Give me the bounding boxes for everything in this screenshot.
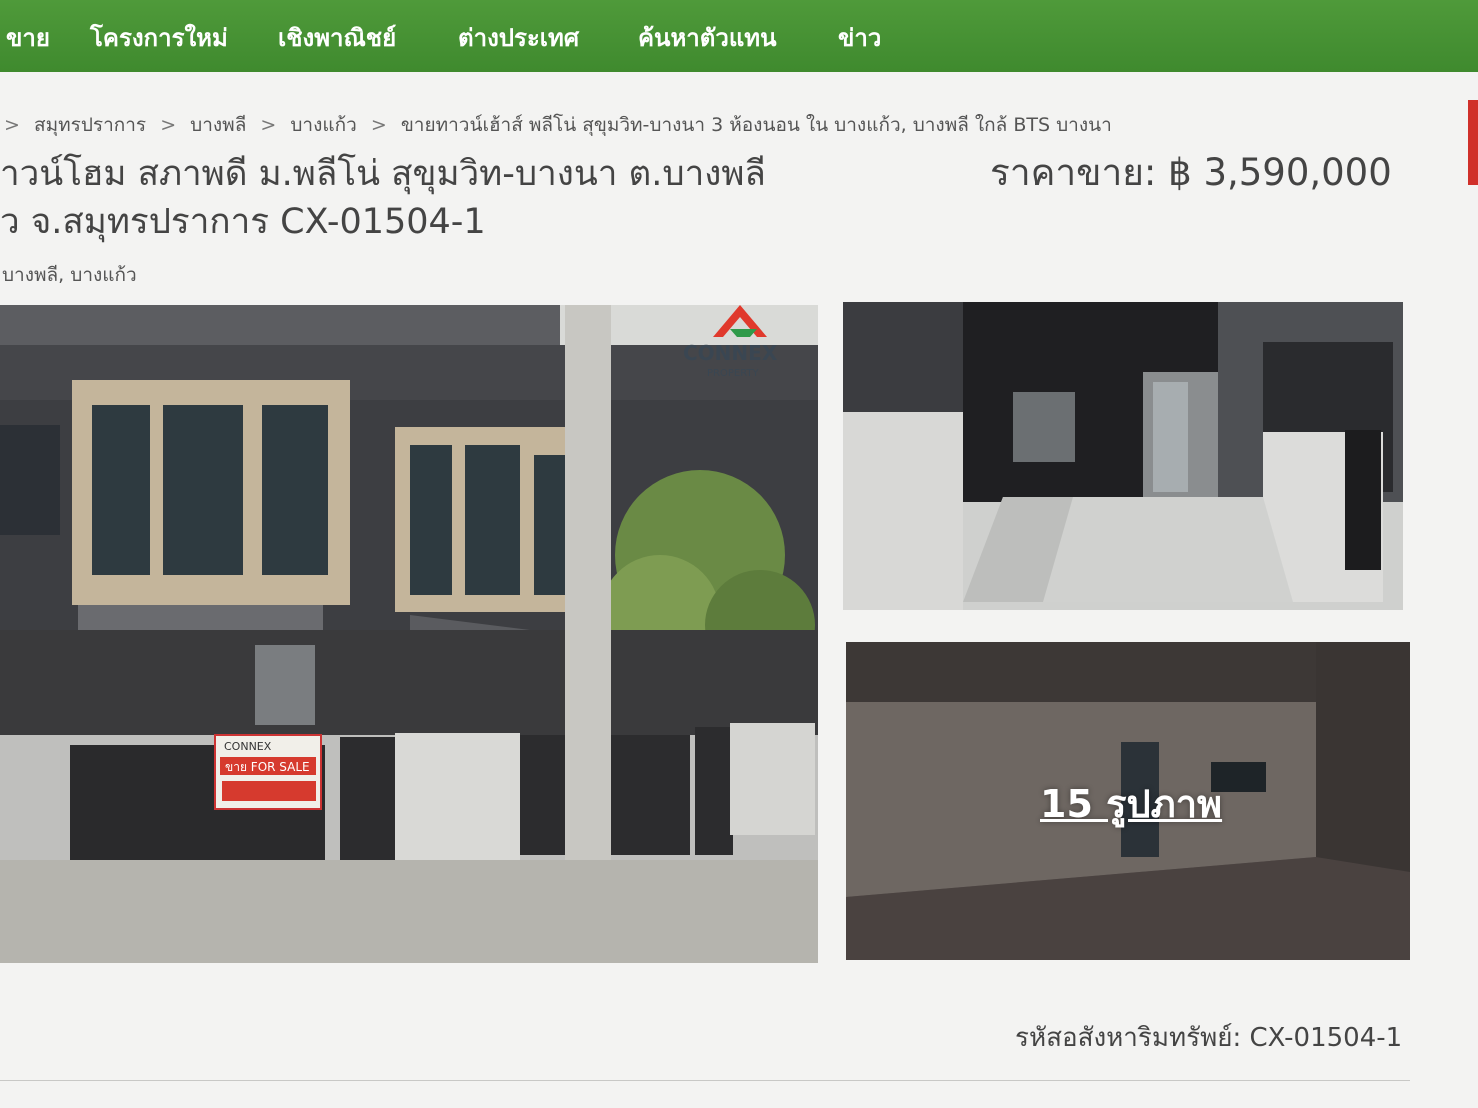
nav-item-sale[interactable]: ขาย xyxy=(6,18,50,57)
edge-tab xyxy=(1468,100,1478,185)
main-photo[interactable]: CONNEX ขาย FOR SALE CONNEX PROPERTY xyxy=(0,305,818,963)
nav-item-overseas[interactable]: ต่างประเทศ xyxy=(458,18,579,57)
sign-brand: CONNEX xyxy=(224,740,272,753)
breadcrumb-separator: > xyxy=(4,114,20,136)
breadcrumb-district[interactable]: บางพลี xyxy=(190,114,246,136)
breadcrumb: > สมุทรปราการ > บางพลี > บางแก้ว > ขายทา… xyxy=(4,110,1120,140)
nav-item-news[interactable]: ข่าว xyxy=(838,18,881,57)
nav-item-new-projects[interactable]: โครงการใหม่ xyxy=(90,18,228,57)
porch-image xyxy=(843,302,1403,610)
nav-item-commercial[interactable]: เชิงพาณิชย์ xyxy=(278,18,396,57)
nav-item-find-agent[interactable]: ค้นหาตัวแทน xyxy=(638,18,777,57)
breadcrumb-current: ขายทาวน์เฮ้าส์ พลีโน่ สุขุมวิท-บางนา 3 ห… xyxy=(400,114,1112,136)
listing-title-line1: าวน์โฮม สภาพดี ม.พลีโน่ สุขุมวิท-บางนา ต… xyxy=(0,154,766,194)
top-navigation: ขาย โครงการใหม่ เชิงพาณิชย์ ต่างประเทศ ค… xyxy=(0,0,1478,72)
sign-text: ขาย FOR SALE xyxy=(225,760,310,774)
breadcrumb-subdistrict[interactable]: บางแก้ว xyxy=(290,114,356,136)
section-divider xyxy=(0,1080,1410,1081)
listing-title: าวน์โฮม สภาพดี ม.พลีโน่ สุขุมวิท-บางนา ต… xyxy=(0,150,840,246)
breadcrumb-separator: > xyxy=(160,114,177,136)
breadcrumb-province[interactable]: สมุทรปราการ xyxy=(34,114,146,136)
listing-location: บางพลี, บางแก้ว xyxy=(2,264,137,286)
photo-porch[interactable] xyxy=(843,302,1403,610)
watermark-sub: PROPERTY xyxy=(707,368,760,379)
asset-code: รหัสอสังหาริมทรัพย์: CX-01504-1 xyxy=(1015,1023,1403,1053)
breadcrumb-separator: > xyxy=(370,114,387,136)
listing-title-line2: ว จ.สมุทรปราการ CX-01504-1 xyxy=(0,202,486,242)
townhouse-exterior-image: CONNEX ขาย FOR SALE CONNEX PROPERTY xyxy=(0,305,818,963)
watermark-brand: CONNEX xyxy=(683,341,778,365)
listing-price: ราคาขาย: ฿ 3,590,000 xyxy=(990,151,1392,194)
photo-count-link[interactable]: 15 รูปภาพ xyxy=(1040,773,1222,834)
breadcrumb-separator: > xyxy=(260,114,277,136)
